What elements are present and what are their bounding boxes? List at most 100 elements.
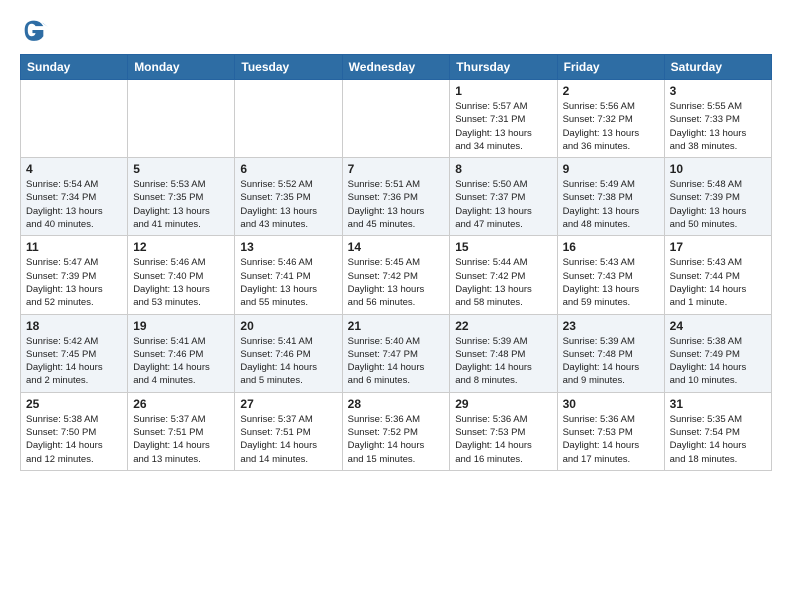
day-number: 17 bbox=[670, 240, 766, 254]
day-cell: 8 Sunrise: 5:50 AM Sunset: 7:37 PM Daylig… bbox=[450, 158, 557, 236]
day-info: Sunrise: 5:57 AM Sunset: 7:31 PM Dayligh… bbox=[455, 100, 551, 153]
day-number: 9 bbox=[563, 162, 659, 176]
day-info: Sunrise: 5:43 AM Sunset: 7:44 PM Dayligh… bbox=[670, 256, 766, 309]
weekday-header-thursday: Thursday bbox=[450, 55, 557, 80]
day-cell: 23Sunrise: 5:39 AM Sunset: 7:48 PM Dayli… bbox=[557, 314, 664, 392]
day-info: Sunrise: 5:42 AM Sunset: 7:45 PM Dayligh… bbox=[26, 335, 122, 388]
day-info: Sunrise: 5:36 AM Sunset: 7:53 PM Dayligh… bbox=[455, 413, 551, 466]
day-number: 23 bbox=[563, 319, 659, 333]
weekday-header-friday: Friday bbox=[557, 55, 664, 80]
week-row-2: 4Sunrise: 5:54 AM Sunset: 7:34 PM Daylig… bbox=[21, 158, 772, 236]
day-cell: 14Sunrise: 5:45 AM Sunset: 7:42 PM Dayli… bbox=[342, 236, 450, 314]
weekday-header-monday: Monday bbox=[128, 55, 235, 80]
day-info: Sunrise: 5:56 AM Sunset: 7:32 PM Dayligh… bbox=[563, 100, 659, 153]
day-cell: 28 Sunrise: 5:36 AM Sunset: 7:52 PM Dayli… bbox=[342, 392, 450, 470]
weekday-header-saturday: Saturday bbox=[664, 55, 771, 80]
day-number: 22 bbox=[455, 319, 551, 333]
day-info: Sunrise: 5:46 AM Sunset: 7:40 PM Dayligh… bbox=[133, 256, 229, 309]
day-number: 6 bbox=[240, 162, 336, 176]
day-cell: 1 Sunrise: 5:57 AM Sunset: 7:31 PM Daylig… bbox=[450, 80, 557, 158]
day-info: Sunrise: 5:49 AM Sunset: 7:38 PM Dayligh… bbox=[563, 178, 659, 231]
day-info: Sunrise: 5:46 AM Sunset: 7:41 PM Dayligh… bbox=[240, 256, 336, 309]
day-info: Sunrise: 5:50 AM Sunset: 7:37 PM Dayligh… bbox=[455, 178, 551, 231]
day-number: 16 bbox=[563, 240, 659, 254]
day-cell: 15 Sunrise: 5:44 AM Sunset: 7:42 PM Dayli… bbox=[450, 236, 557, 314]
day-number: 1 bbox=[455, 84, 551, 98]
day-number: 5 bbox=[133, 162, 229, 176]
day-cell: 9 Sunrise: 5:49 AM Sunset: 7:38 PM Daylig… bbox=[557, 158, 664, 236]
day-number: 4 bbox=[26, 162, 122, 176]
day-cell: 2 Sunrise: 5:56 AM Sunset: 7:32 PM Daylig… bbox=[557, 80, 664, 158]
day-info: Sunrise: 5:35 AM Sunset: 7:54 PM Dayligh… bbox=[670, 413, 766, 466]
day-cell: 4Sunrise: 5:54 AM Sunset: 7:34 PM Daylig… bbox=[21, 158, 128, 236]
day-cell: 22 Sunrise: 5:39 AM Sunset: 7:48 PM Dayli… bbox=[450, 314, 557, 392]
weekday-header-tuesday: Tuesday bbox=[235, 55, 342, 80]
day-info: Sunrise: 5:37 AM Sunset: 7:51 PM Dayligh… bbox=[240, 413, 336, 466]
day-number: 31 bbox=[670, 397, 766, 411]
day-cell: 26 Sunrise: 5:37 AM Sunset: 7:51 PM Dayli… bbox=[128, 392, 235, 470]
day-number: 25 bbox=[26, 397, 122, 411]
day-cell bbox=[235, 80, 342, 158]
day-info: Sunrise: 5:52 AM Sunset: 7:35 PM Dayligh… bbox=[240, 178, 336, 231]
day-info: Sunrise: 5:38 AM Sunset: 7:49 PM Dayligh… bbox=[670, 335, 766, 388]
day-cell bbox=[342, 80, 450, 158]
week-row-3: 11 Sunrise: 5:47 AM Sunset: 7:39 PM Dayli… bbox=[21, 236, 772, 314]
day-cell: 10 Sunrise: 5:48 AM Sunset: 7:39 PM Dayli… bbox=[664, 158, 771, 236]
logo bbox=[20, 16, 52, 44]
weekday-header-wednesday: Wednesday bbox=[342, 55, 450, 80]
day-number: 29 bbox=[455, 397, 551, 411]
day-number: 27 bbox=[240, 397, 336, 411]
day-info: Sunrise: 5:38 AM Sunset: 7:50 PM Dayligh… bbox=[26, 413, 122, 466]
day-number: 10 bbox=[670, 162, 766, 176]
day-info: Sunrise: 5:36 AM Sunset: 7:52 PM Dayligh… bbox=[348, 413, 445, 466]
day-info: Sunrise: 5:41 AM Sunset: 7:46 PM Dayligh… bbox=[240, 335, 336, 388]
day-cell: 31 Sunrise: 5:35 AM Sunset: 7:54 PM Dayli… bbox=[664, 392, 771, 470]
day-info: Sunrise: 5:36 AM Sunset: 7:53 PM Dayligh… bbox=[563, 413, 659, 466]
day-cell: 21 Sunrise: 5:40 AM Sunset: 7:47 PM Dayli… bbox=[342, 314, 450, 392]
day-info: Sunrise: 5:53 AM Sunset: 7:35 PM Dayligh… bbox=[133, 178, 229, 231]
week-row-4: 18 Sunrise: 5:42 AM Sunset: 7:45 PM Dayli… bbox=[21, 314, 772, 392]
day-info: Sunrise: 5:47 AM Sunset: 7:39 PM Dayligh… bbox=[26, 256, 122, 309]
day-cell bbox=[128, 80, 235, 158]
day-cell: 30Sunrise: 5:36 AM Sunset: 7:53 PM Dayli… bbox=[557, 392, 664, 470]
day-info: Sunrise: 5:39 AM Sunset: 7:48 PM Dayligh… bbox=[455, 335, 551, 388]
day-cell: 20 Sunrise: 5:41 AM Sunset: 7:46 PM Dayli… bbox=[235, 314, 342, 392]
day-cell: 29 Sunrise: 5:36 AM Sunset: 7:53 PM Dayli… bbox=[450, 392, 557, 470]
day-number: 24 bbox=[670, 319, 766, 333]
day-number: 2 bbox=[563, 84, 659, 98]
day-number: 3 bbox=[670, 84, 766, 98]
day-number: 11 bbox=[26, 240, 122, 254]
day-info: Sunrise: 5:48 AM Sunset: 7:39 PM Dayligh… bbox=[670, 178, 766, 231]
day-number: 20 bbox=[240, 319, 336, 333]
day-info: Sunrise: 5:44 AM Sunset: 7:42 PM Dayligh… bbox=[455, 256, 551, 309]
day-info: Sunrise: 5:51 AM Sunset: 7:36 PM Dayligh… bbox=[348, 178, 445, 231]
day-number: 19 bbox=[133, 319, 229, 333]
day-number: 21 bbox=[348, 319, 445, 333]
day-number: 13 bbox=[240, 240, 336, 254]
day-info: Sunrise: 5:37 AM Sunset: 7:51 PM Dayligh… bbox=[133, 413, 229, 466]
day-cell: 13 Sunrise: 5:46 AM Sunset: 7:41 PM Dayli… bbox=[235, 236, 342, 314]
day-info: Sunrise: 5:41 AM Sunset: 7:46 PM Dayligh… bbox=[133, 335, 229, 388]
day-cell: 3 Sunrise: 5:55 AM Sunset: 7:33 PM Daylig… bbox=[664, 80, 771, 158]
day-cell: 5 Sunrise: 5:53 AM Sunset: 7:35 PM Daylig… bbox=[128, 158, 235, 236]
day-number: 18 bbox=[26, 319, 122, 333]
day-number: 12 bbox=[133, 240, 229, 254]
day-cell: 27 Sunrise: 5:37 AM Sunset: 7:51 PM Dayli… bbox=[235, 392, 342, 470]
day-cell bbox=[21, 80, 128, 158]
day-info: Sunrise: 5:43 AM Sunset: 7:43 PM Dayligh… bbox=[563, 256, 659, 309]
day-info: Sunrise: 5:55 AM Sunset: 7:33 PM Dayligh… bbox=[670, 100, 766, 153]
day-number: 7 bbox=[348, 162, 445, 176]
day-cell: 24 Sunrise: 5:38 AM Sunset: 7:49 PM Dayli… bbox=[664, 314, 771, 392]
weekday-header-sunday: Sunday bbox=[21, 55, 128, 80]
week-row-5: 25 Sunrise: 5:38 AM Sunset: 7:50 PM Dayli… bbox=[21, 392, 772, 470]
day-number: 28 bbox=[348, 397, 445, 411]
day-number: 15 bbox=[455, 240, 551, 254]
day-cell: 11 Sunrise: 5:47 AM Sunset: 7:39 PM Dayli… bbox=[21, 236, 128, 314]
day-info: Sunrise: 5:45 AM Sunset: 7:42 PM Dayligh… bbox=[348, 256, 445, 309]
day-cell: 16 Sunrise: 5:43 AM Sunset: 7:43 PM Dayli… bbox=[557, 236, 664, 314]
day-number: 26 bbox=[133, 397, 229, 411]
day-info: Sunrise: 5:40 AM Sunset: 7:47 PM Dayligh… bbox=[348, 335, 445, 388]
week-row-1: 1 Sunrise: 5:57 AM Sunset: 7:31 PM Daylig… bbox=[21, 80, 772, 158]
day-number: 8 bbox=[455, 162, 551, 176]
day-cell: 19 Sunrise: 5:41 AM Sunset: 7:46 PM Dayli… bbox=[128, 314, 235, 392]
